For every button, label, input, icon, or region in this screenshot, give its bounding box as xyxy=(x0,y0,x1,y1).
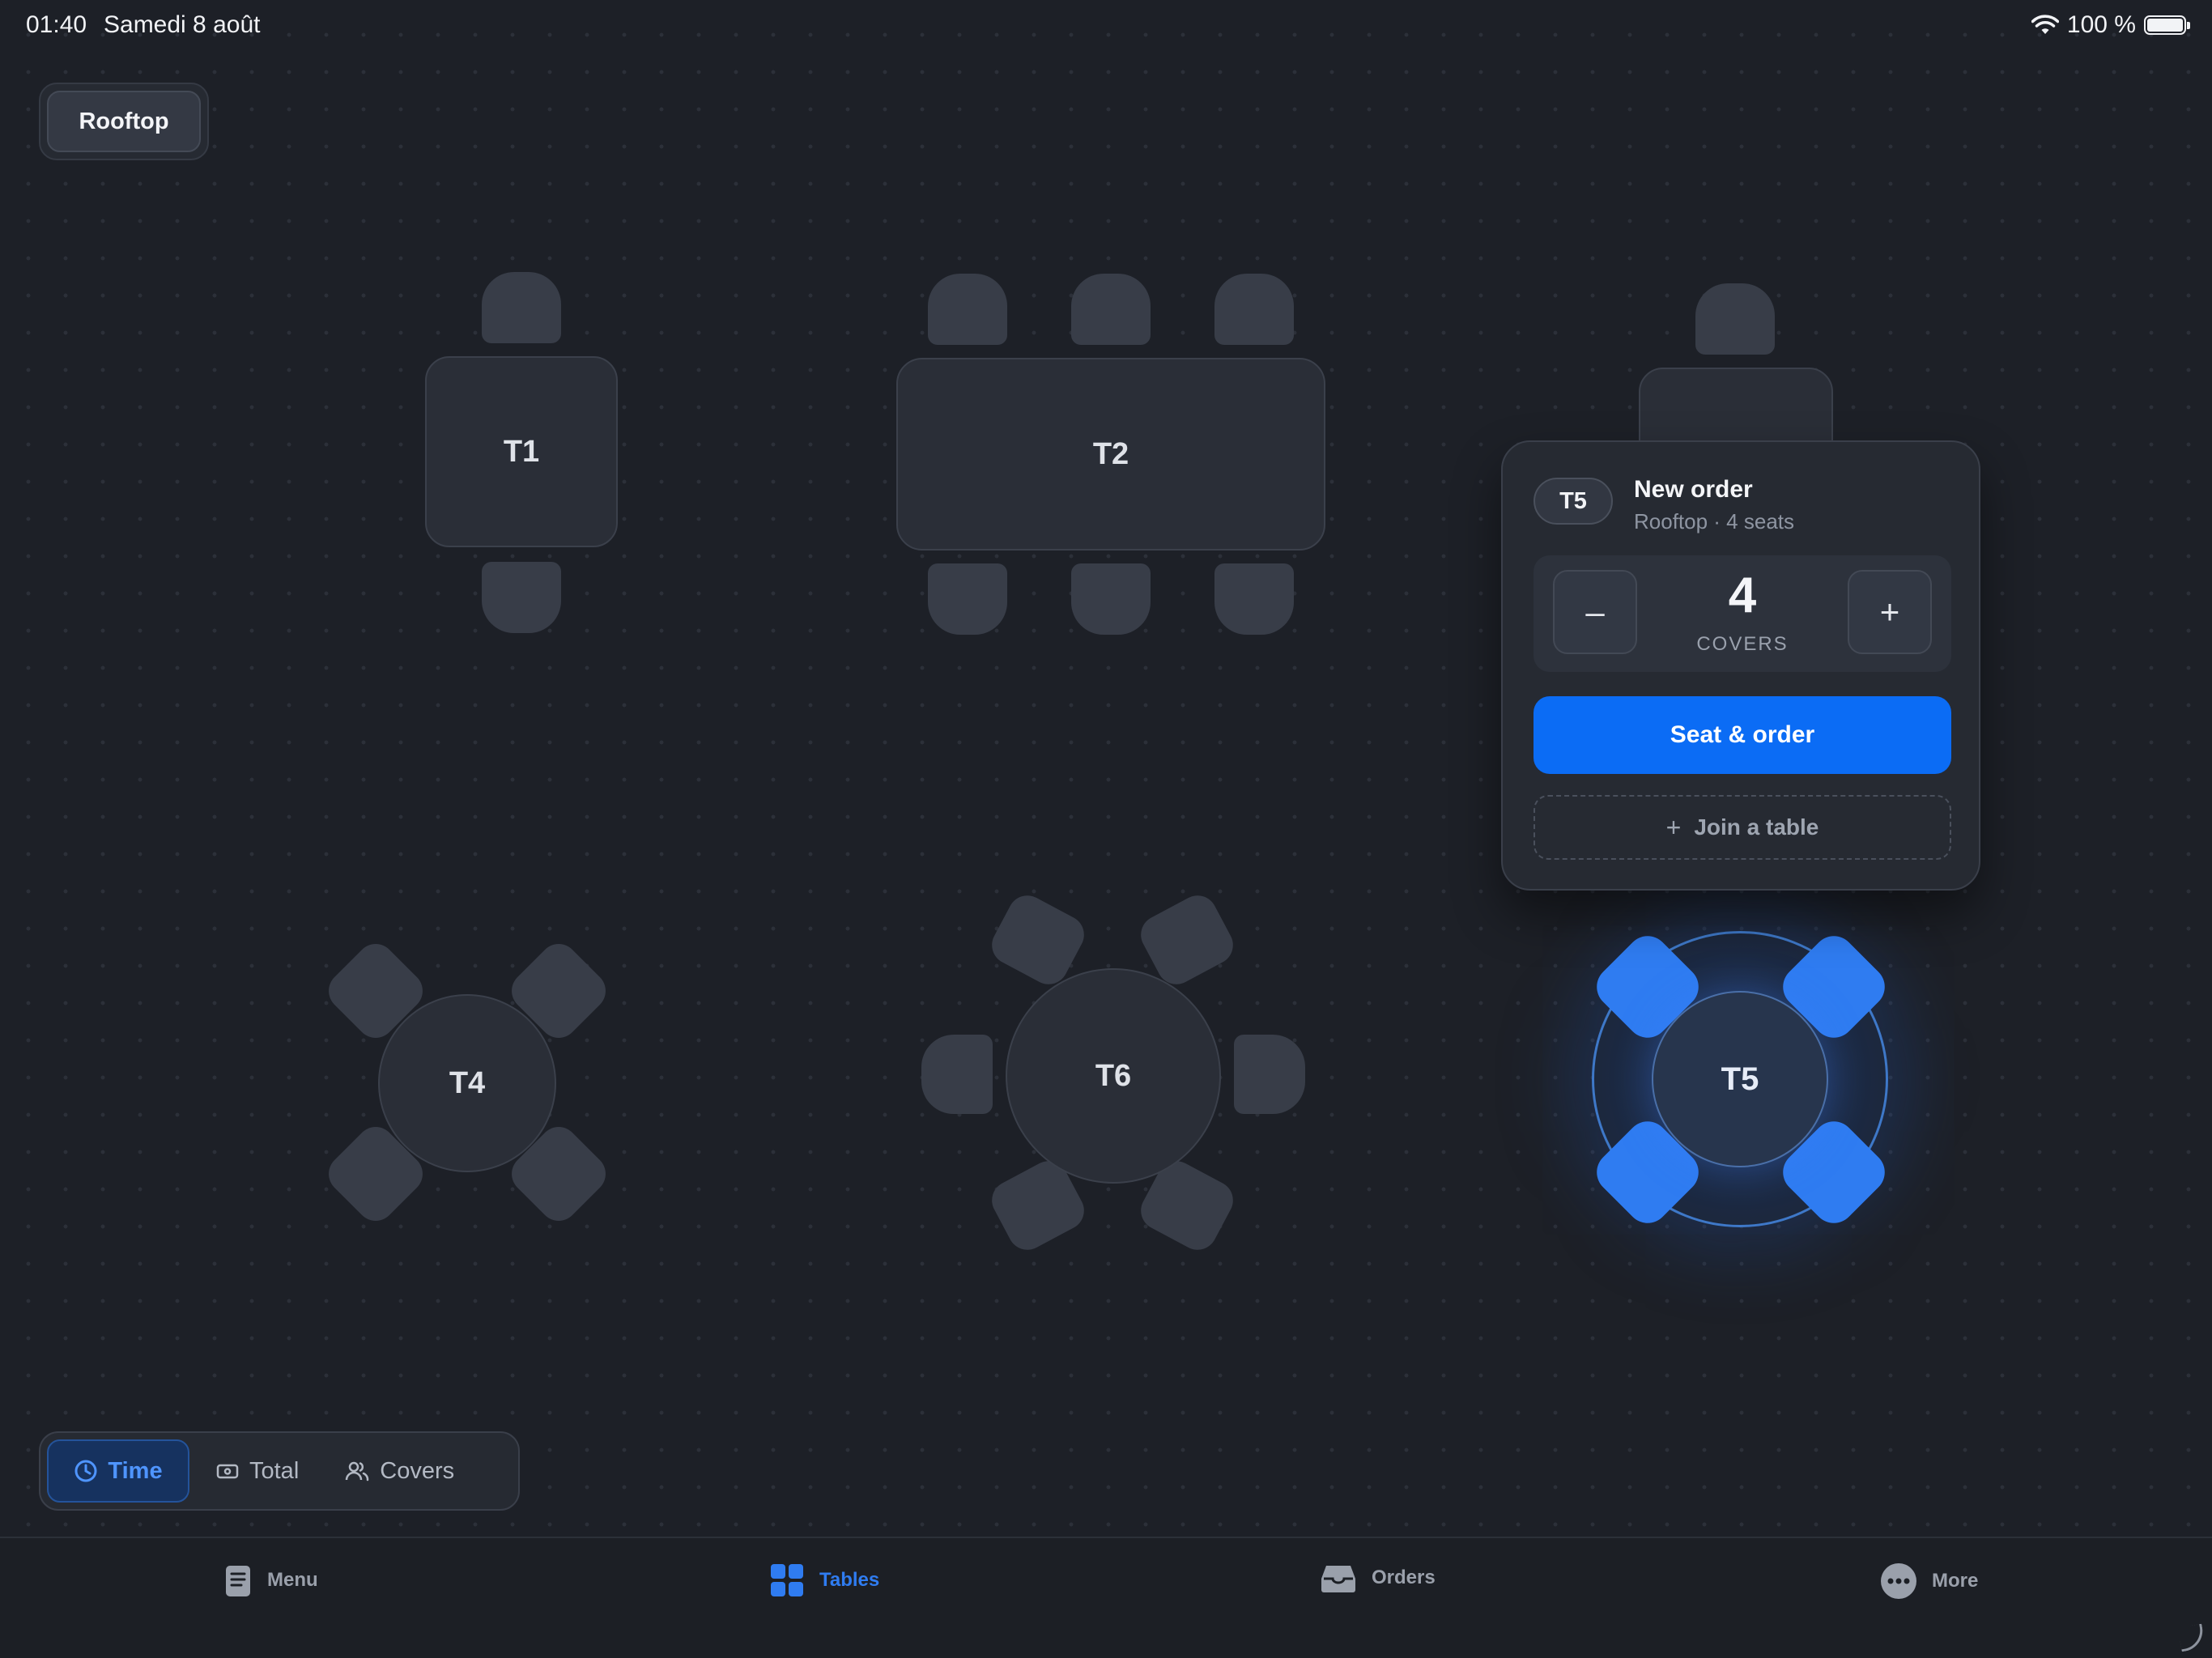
table-t5[interactable]: T5 xyxy=(1652,991,1828,1167)
seat-and-order-button[interactable]: Seat & order xyxy=(1534,696,1951,774)
tab-tables[interactable]: Tables xyxy=(769,1562,879,1598)
clock-icon xyxy=(74,1460,97,1482)
tray-icon xyxy=(1321,1566,1355,1592)
seat xyxy=(1071,563,1151,635)
area-label: Rooftop xyxy=(47,91,201,152)
tab-bar: Menu Tables Orders More xyxy=(0,1537,2212,1658)
table-t4[interactable]: T4 xyxy=(378,994,556,1172)
cash-icon xyxy=(216,1464,239,1479)
menu-book-icon xyxy=(226,1566,250,1596)
battery-icon xyxy=(2144,15,2190,35)
seat xyxy=(1214,563,1294,635)
table-t1[interactable]: T1 xyxy=(425,356,618,547)
tab-tables-label: Tables xyxy=(819,1569,880,1591)
toggle-covers-label: Covers xyxy=(380,1457,455,1484)
seat xyxy=(482,272,561,343)
popover-title: New order xyxy=(1634,476,1753,503)
table-t6[interactable]: T6 xyxy=(1006,968,1221,1184)
area-selector[interactable]: Rooftop xyxy=(39,83,209,160)
toggle-covers[interactable]: Covers xyxy=(325,1439,474,1503)
popover-header: T5 New order Rooftop · 4 seats xyxy=(1534,474,1794,536)
popover-heading: New order Rooftop · 4 seats xyxy=(1634,474,1794,536)
tab-orders-label: Orders xyxy=(1372,1567,1436,1588)
table-badge: T5 xyxy=(1534,478,1613,525)
seat xyxy=(1214,274,1294,345)
tab-orders[interactable]: Orders xyxy=(1320,1562,1436,1593)
tab-more-label: More xyxy=(1932,1570,1979,1592)
tab-menu-label: Menu xyxy=(267,1569,318,1591)
status-bar: 01:40 Samedi 8 août 100 % xyxy=(26,11,2190,44)
toggle-total-label: Total xyxy=(249,1457,300,1484)
corner-grabber xyxy=(2177,1623,2206,1652)
battery-percent: 100 % xyxy=(2066,11,2136,38)
seat xyxy=(928,563,1007,635)
seat xyxy=(921,1035,993,1114)
popover-subtitle: Rooftop · 4 seats xyxy=(1634,509,1794,534)
ellipsis-icon xyxy=(1881,1563,1916,1599)
toggle-time[interactable]: Time xyxy=(47,1439,189,1503)
join-table-button[interactable]: + Join a table xyxy=(1534,795,1951,860)
seat xyxy=(482,562,561,633)
toggle-total[interactable]: Total xyxy=(196,1439,318,1503)
tab-more[interactable]: More xyxy=(1880,1562,1978,1600)
table-t2[interactable]: T2 xyxy=(896,358,1325,551)
people-icon xyxy=(346,1461,369,1482)
tab-menu[interactable]: Menu xyxy=(223,1562,318,1598)
status-right: 100 % xyxy=(2031,11,2190,39)
increment-button[interactable]: + xyxy=(1848,570,1932,654)
join-table-label: Join a table xyxy=(1694,814,1819,840)
plus-icon: + xyxy=(1665,812,1682,842)
status-date: Samedi 8 août xyxy=(104,11,261,38)
new-order-popover: T5 New order Rooftop · 4 seats – 4 COVER… xyxy=(1501,440,1980,891)
clock-time: 01:40 xyxy=(26,11,87,38)
seat xyxy=(1695,283,1775,355)
covers-stepper: – 4 COVERS + xyxy=(1534,555,1951,672)
grid-icon xyxy=(771,1564,803,1596)
wifi-icon xyxy=(2031,15,2059,34)
seat xyxy=(928,274,1007,345)
seat xyxy=(1071,274,1151,345)
seat xyxy=(1234,1035,1305,1114)
metric-toggle: Time Total Covers xyxy=(39,1431,520,1511)
toggle-time-label: Time xyxy=(108,1457,163,1484)
